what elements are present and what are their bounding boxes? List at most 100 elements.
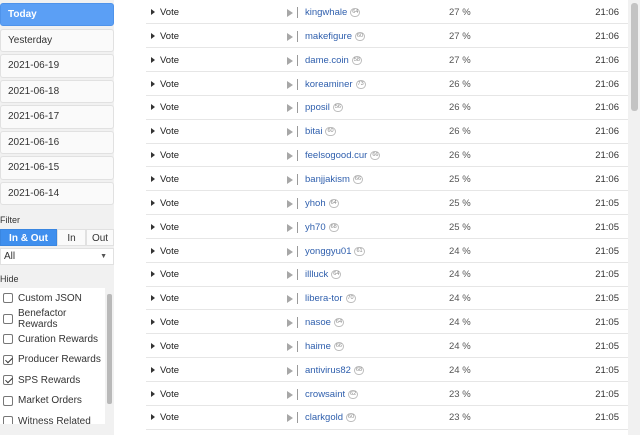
- username-text: nasoe: [305, 317, 331, 329]
- username-link[interactable]: yhoh 64: [305, 198, 339, 209]
- date-button[interactable]: Yesterday: [0, 28, 114, 52]
- main-scrollbar-thumb[interactable]: [631, 3, 638, 111]
- checkbox[interactable]: [3, 334, 13, 345]
- vote-percent: 24 %: [449, 364, 471, 376]
- expand-arrow-icon[interactable]: [151, 128, 155, 135]
- table-row[interactable]: Vote illluck 64 24 % 21:05: [146, 264, 628, 287]
- checkbox[interactable]: [3, 293, 13, 304]
- expand-arrow-icon[interactable]: [151, 199, 155, 206]
- checkbox[interactable]: [3, 354, 13, 365]
- play-icon: [287, 342, 293, 351]
- tab-in-and-out[interactable]: In & Out: [0, 229, 57, 246]
- expand-arrow-icon[interactable]: [151, 9, 155, 15]
- username-link[interactable]: dame.coin 58: [305, 55, 362, 66]
- table-row[interactable]: Vote crowsaint 62 23 % 21:05: [146, 383, 628, 406]
- hide-option[interactable]: Benefactor Rewards: [0, 307, 105, 330]
- username-link[interactable]: haime 66: [305, 341, 344, 352]
- table-row[interactable]: Vote antivirus82 68 24 % 21:05: [146, 359, 628, 383]
- username-link[interactable]: banjjakism 66: [305, 174, 364, 185]
- date-button[interactable]: Today: [0, 3, 114, 27]
- expand-arrow-icon[interactable]: [151, 414, 155, 421]
- table-row[interactable]: Vote yh70 68 25 % 21:05: [146, 216, 628, 239]
- expand-arrow-icon[interactable]: [151, 342, 155, 349]
- checkbox[interactable]: [3, 416, 13, 424]
- table-row[interactable]: Vote feelsogood.cur 66 26 % 21:06: [146, 145, 628, 168]
- reputation-badge: 66: [333, 341, 344, 351]
- table-row[interactable]: Vote dame.coin 58 27 % 21:06: [146, 49, 628, 72]
- hide-option[interactable]: SPS Rewards: [0, 370, 105, 391]
- date-button[interactable]: 2021-06-14: [0, 182, 114, 206]
- expand-arrow-icon[interactable]: [151, 319, 155, 326]
- username-link[interactable]: koreaminer 73: [305, 79, 366, 90]
- table-row[interactable]: Vote kingwhale 64 27 % 21:06: [146, 2, 628, 25]
- hide-option[interactable]: Witness Related: [0, 411, 105, 424]
- username-link[interactable]: libera-tor 70: [305, 293, 356, 304]
- table-row[interactable]: Vote pposil 56 26 % 21:06: [146, 97, 628, 120]
- expand-arrow-icon[interactable]: [151, 271, 155, 278]
- username-text: yh70: [305, 221, 326, 233]
- hide-list-scrollbar-thumb[interactable]: [107, 294, 112, 404]
- username-link[interactable]: antivirus82 68: [305, 365, 365, 376]
- expand-arrow-icon[interactable]: [151, 56, 155, 63]
- table-row[interactable]: Vote haime 66 24 % 21:05: [146, 335, 628, 359]
- date-button[interactable]: 2021-06-17: [0, 105, 114, 129]
- direction-select[interactable]: All ▼: [0, 248, 114, 265]
- expand-arrow-icon[interactable]: [151, 247, 155, 254]
- table-row[interactable]: Vote libera-tor 70 24 % 21:05: [146, 288, 628, 311]
- username-link[interactable]: crowsaint 62: [305, 389, 359, 400]
- hide-option-label: Benefactor Rewards: [18, 307, 67, 330]
- hide-option[interactable]: Market Orders: [0, 391, 105, 412]
- username-link[interactable]: kingwhale 64: [305, 7, 361, 18]
- hide-list-scrollbar[interactable]: [106, 288, 113, 424]
- checkbox[interactable]: [3, 395, 13, 406]
- table-row[interactable]: Vote nasoe 64 24 % 21:05: [146, 312, 628, 335]
- date-button[interactable]: 2021-06-18: [0, 79, 114, 104]
- username-link[interactable]: feelsogood.cur 66: [305, 150, 381, 161]
- username-link[interactable]: makefigure 60: [305, 31, 366, 42]
- table-row[interactable]: Vote clarkgold 60 23 % 21:05: [146, 407, 628, 430]
- operation-time: 21:06: [595, 150, 619, 162]
- reputation-badge: 56: [332, 103, 343, 113]
- table-row[interactable]: Vote bitai 60 26 % 21:06: [146, 121, 628, 144]
- main-scrollbar[interactable]: [628, 0, 640, 435]
- hide-option[interactable]: Producer Rewards: [0, 350, 105, 371]
- expand-arrow-icon[interactable]: [151, 223, 155, 230]
- username-link[interactable]: nasoe 64: [305, 317, 345, 329]
- table-row[interactable]: Vote makefigure 60 27 % 21:06: [146, 25, 628, 49]
- date-button[interactable]: 2021-06-16: [0, 130, 114, 155]
- date-button[interactable]: 2021-06-15: [0, 156, 114, 180]
- operation-type: Vote: [160, 317, 180, 329]
- vote-percent: 23 %: [449, 412, 471, 424]
- username-link[interactable]: yonggyu01 61: [305, 246, 365, 257]
- table-row[interactable]: Vote yonggyu01 61 24 % 21:05: [146, 240, 628, 263]
- reputation-badge: 64: [350, 8, 361, 17]
- expand-arrow-icon[interactable]: [151, 175, 155, 182]
- divider: [297, 293, 298, 305]
- hide-option[interactable]: Curation Rewards: [0, 329, 105, 350]
- expand-arrow-icon[interactable]: [151, 366, 155, 373]
- expand-arrow-icon[interactable]: [151, 390, 155, 397]
- tab-out[interactable]: Out: [86, 229, 114, 246]
- username-link[interactable]: illluck 64: [305, 269, 342, 280]
- tab-in[interactable]: In: [57, 229, 86, 246]
- operation-type: Vote: [160, 412, 180, 424]
- checkbox[interactable]: [3, 375, 13, 386]
- hide-option[interactable]: Custom JSON: [0, 288, 105, 309]
- table-row[interactable]: Vote koreaminer 73 26 % 21:06: [146, 73, 628, 96]
- checkbox[interactable]: [3, 313, 13, 324]
- date-button[interactable]: 2021-06-19: [0, 54, 114, 78]
- username-link[interactable]: yh70 68: [305, 222, 339, 233]
- expand-arrow-icon[interactable]: [151, 32, 155, 39]
- expand-arrow-icon[interactable]: [151, 104, 155, 111]
- username-link[interactable]: pposil 56: [305, 102, 343, 113]
- expand-arrow-icon[interactable]: [151, 80, 155, 87]
- expand-arrow-icon[interactable]: [151, 152, 155, 159]
- username-link[interactable]: clarkgold 60: [305, 412, 357, 423]
- username-link[interactable]: bitai 60: [305, 126, 336, 137]
- expand-arrow-icon[interactable]: [151, 295, 155, 302]
- table-row[interactable]: Vote banjjakism 66 25 % 21:06: [146, 168, 628, 192]
- table-row[interactable]: Vote yhoh 64 25 % 21:05: [146, 192, 628, 216]
- operation-type: Vote: [160, 293, 180, 305]
- play-icon: [287, 366, 293, 375]
- operation-time: 21:05: [595, 197, 619, 209]
